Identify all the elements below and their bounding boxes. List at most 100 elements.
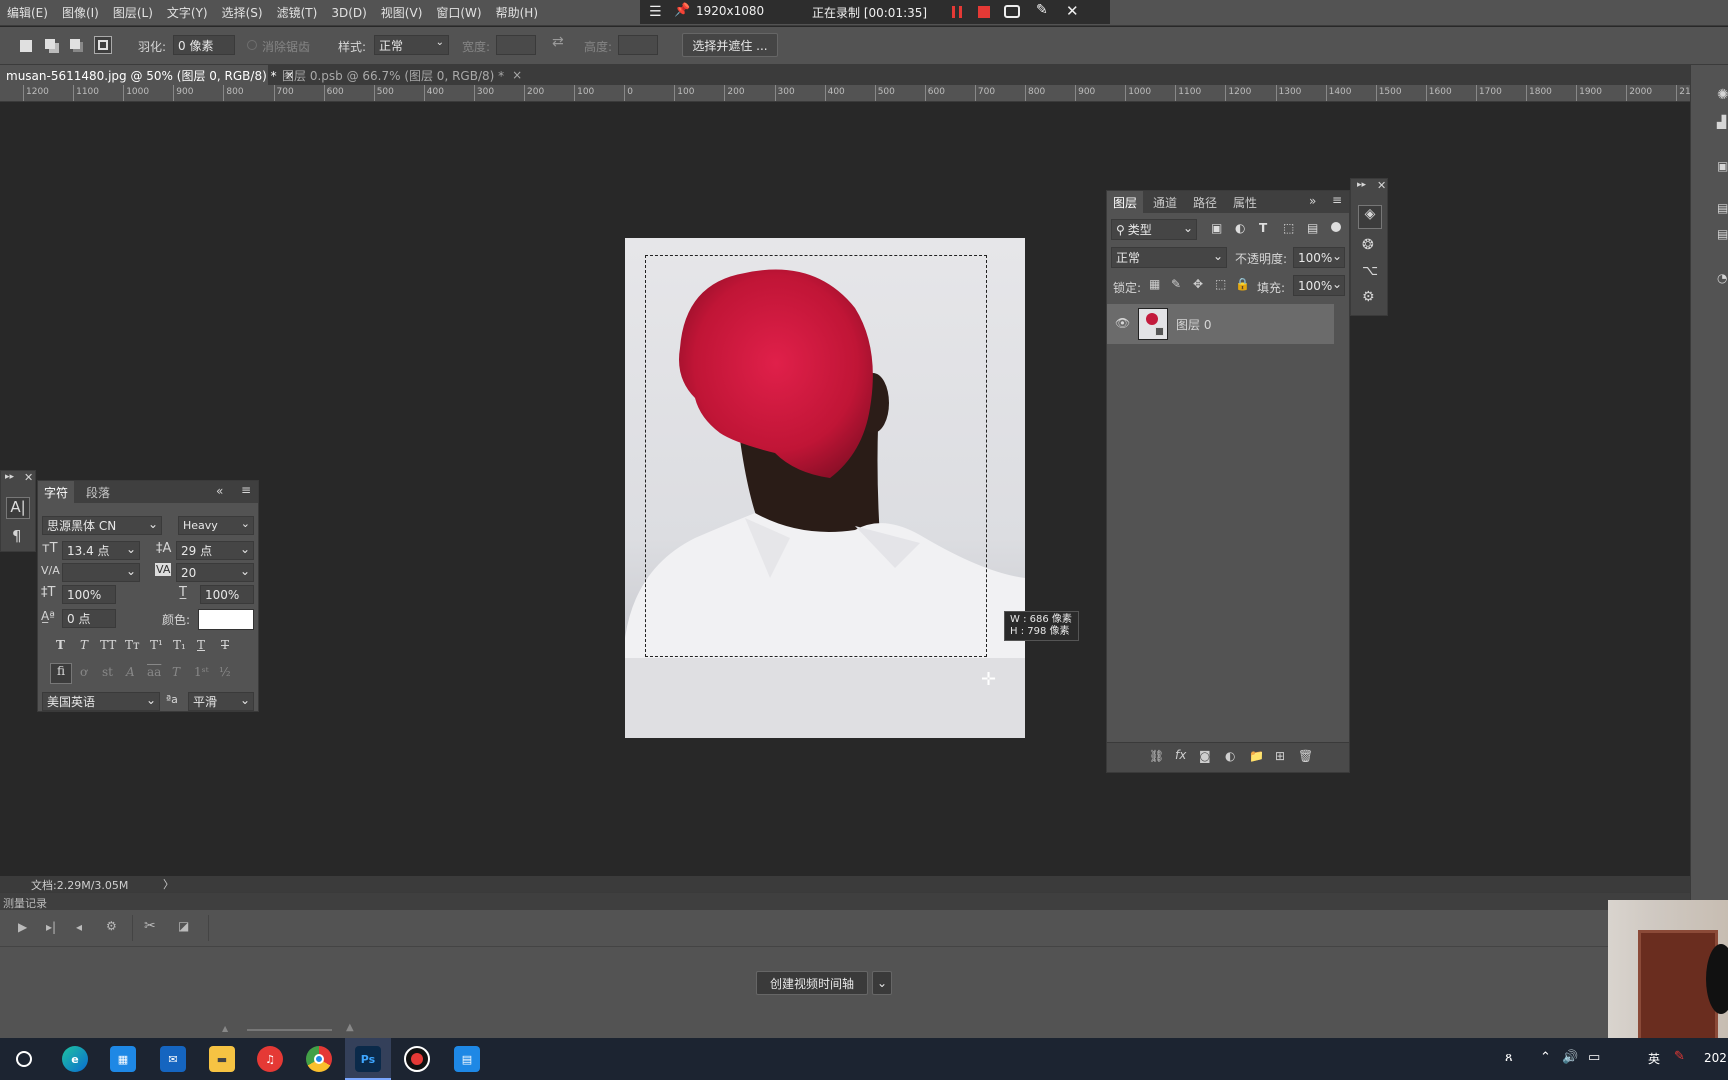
type-filter-icon[interactable]: T: [1259, 221, 1267, 235]
scissors-icon[interactable]: ✂: [144, 918, 156, 934]
all-caps-icon[interactable]: TT: [100, 638, 116, 652]
clock-fragment[interactable]: 202: [1704, 1051, 1727, 1065]
status-menu-arrow[interactable]: 〉: [163, 876, 174, 892]
histogram-icon[interactable]: ▟: [1717, 115, 1726, 129]
menu-help[interactable]: 帮助(H): [489, 4, 545, 21]
fractions-icon[interactable]: ½: [219, 665, 231, 679]
smart-object-filter-icon[interactable]: ▤: [1307, 221, 1318, 235]
start-circle-icon[interactable]: [16, 1051, 32, 1067]
antialias-select[interactable]: 平滑 ⌄: [188, 692, 254, 711]
menu-window[interactable]: 窗口(W): [429, 4, 488, 21]
network-icon[interactable]: ▭: [1588, 1050, 1600, 1065]
volume-icon[interactable]: 🔊: [1562, 1050, 1578, 1065]
brightness-icon[interactable]: ✺: [1717, 87, 1728, 103]
paths-icon[interactable]: ⌥: [1362, 263, 1378, 279]
new-group-icon[interactable]: 📁: [1249, 749, 1264, 763]
mail-icon[interactable]: ✉: [160, 1046, 186, 1072]
pen-tray-icon[interactable]: ✎: [1674, 1049, 1685, 1064]
tab-channels[interactable]: 通道: [1147, 191, 1183, 213]
color-icon[interactable]: ◔: [1717, 271, 1727, 285]
panel-collapse-icon[interactable]: ▸▸: [5, 472, 14, 482]
zoom-in-icon[interactable]: ▲: [346, 1022, 354, 1033]
close-icon[interactable]: ✕: [1377, 179, 1386, 192]
input-method-label[interactable]: 英: [1648, 1050, 1660, 1067]
menu-select[interactable]: 选择(S): [215, 4, 270, 21]
feather-input[interactable]: 0 像素: [173, 35, 235, 55]
panel-collapse-icon[interactable]: ▸▸: [1357, 180, 1366, 190]
filter-toggle-icon[interactable]: [1331, 222, 1341, 232]
tab-document-2[interactable]: 图层 0.psb @ 66.7% (图层 0, RGB/8) * ×: [276, 65, 528, 85]
delete-layer-icon[interactable]: 🗑: [1298, 749, 1313, 763]
recorder-icon[interactable]: [404, 1046, 430, 1072]
new-selection-icon[interactable]: [20, 40, 32, 52]
add-style-icon[interactable]: fx: [1175, 748, 1186, 762]
stop-icon[interactable]: [978, 6, 990, 18]
link-layers-icon[interactable]: ⛓: [1149, 749, 1164, 763]
adjustment-filter-icon[interactable]: ◐: [1235, 221, 1245, 235]
menu-3d[interactable]: 3D(D): [324, 6, 373, 20]
libraries-icon[interactable]: ▤: [1717, 201, 1728, 215]
menu-edit[interactable]: 编辑(E): [0, 4, 55, 21]
close-icon[interactable]: ×: [512, 68, 522, 82]
stylistic-alternates-icon[interactable]: A: [126, 665, 135, 679]
netease-music-icon[interactable]: ♫: [257, 1046, 283, 1072]
tab-paragraph[interactable]: 段落: [80, 481, 116, 503]
horizontal-scale-input[interactable]: 100%: [200, 585, 254, 604]
add-mask-icon[interactable]: ◙: [1199, 749, 1211, 763]
ligature-icon[interactable]: fi: [50, 663, 72, 684]
width-input[interactable]: [496, 35, 536, 55]
tab-properties[interactable]: 属性: [1227, 191, 1263, 213]
selection-marquee[interactable]: [645, 255, 987, 657]
select-and-mask-button[interactable]: 选择并遮住 ...: [682, 33, 778, 57]
ordinals-icon[interactable]: T: [172, 665, 180, 679]
vertical-scale-input[interactable]: 100%: [62, 585, 116, 604]
store-icon[interactable]: ▦: [110, 1046, 136, 1072]
height-input[interactable]: [618, 35, 658, 55]
properties-icon[interactable]: ⚙: [1362, 289, 1375, 305]
faux-bold-icon[interactable]: T: [56, 638, 65, 652]
expand-icon[interactable]: »: [1309, 194, 1316, 208]
tab-document-1[interactable]: musan-5611480.jpg @ 50% (图层 0, RGB/8) * …: [0, 65, 295, 85]
first-frame-icon[interactable]: ▶: [18, 920, 27, 934]
hamburger-icon[interactable]: ☰: [649, 4, 662, 20]
menu-image[interactable]: 图像(I): [55, 4, 106, 21]
zoom-slider-track[interactable]: [247, 1029, 332, 1031]
font-size-input[interactable]: 13.4 点 ⌄: [62, 541, 140, 560]
menu-view[interactable]: 视图(V): [374, 4, 430, 21]
notes-icon[interactable]: ▤: [1717, 227, 1728, 241]
zoom-out-icon[interactable]: ▲: [222, 1024, 228, 1033]
play-icon[interactable]: ▸|: [46, 920, 56, 934]
lock-artboard-icon[interactable]: ⬚: [1215, 277, 1226, 291]
photoshop-icon[interactable]: Ps: [355, 1046, 381, 1072]
character-panel-icon[interactable]: A|: [6, 497, 30, 519]
edge-icon[interactable]: e: [62, 1046, 88, 1072]
blend-mode-select[interactable]: 正常 ⌄: [1111, 247, 1227, 268]
font-style-select[interactable]: Heavy ⌄: [178, 516, 254, 535]
zoom-slider[interactable]: ▲ ▲: [222, 1022, 354, 1034]
kerning-input[interactable]: ⌄: [62, 563, 140, 582]
discretionary-ligature-icon[interactable]: ơ: [80, 665, 87, 679]
swap-icon[interactable]: ⇄: [552, 34, 564, 50]
timeline-mode-dropdown[interactable]: ⌄: [872, 971, 892, 995]
language-select[interactable]: 美国英语 ⌄: [42, 692, 160, 711]
close-icon[interactable]: ✕: [24, 471, 33, 484]
camera-icon[interactable]: [1004, 5, 1020, 18]
swatches-icon[interactable]: ▣: [1717, 159, 1728, 173]
hotspot-app-icon[interactable]: ▤: [454, 1046, 480, 1072]
swash-icon[interactable]: st: [102, 665, 113, 679]
create-video-timeline-button[interactable]: 创建视频时间轴: [756, 971, 868, 995]
antialias-checkbox[interactable]: [247, 40, 257, 50]
leading-input[interactable]: 29 点 ⌄: [176, 541, 254, 560]
lock-transparency-icon[interactable]: ▦: [1149, 277, 1160, 291]
strikethrough-icon[interactable]: T: [221, 638, 229, 652]
file-explorer-icon[interactable]: ▬: [209, 1046, 235, 1072]
panel-menu-icon[interactable]: ≡: [241, 483, 251, 497]
layer-row[interactable]: 👁 图层 0: [1107, 304, 1334, 344]
tab-character[interactable]: 字符: [38, 481, 75, 503]
close-icon[interactable]: ✕: [1066, 2, 1079, 20]
style-select[interactable]: 正常 ⌄: [374, 35, 449, 55]
underline-icon[interactable]: T: [197, 638, 205, 652]
font-family-select[interactable]: 思源黑体 CN ⌄: [42, 516, 162, 535]
fill-input[interactable]: 100% ⌄: [1293, 275, 1345, 296]
layers-icon[interactable]: ◈: [1358, 205, 1382, 229]
